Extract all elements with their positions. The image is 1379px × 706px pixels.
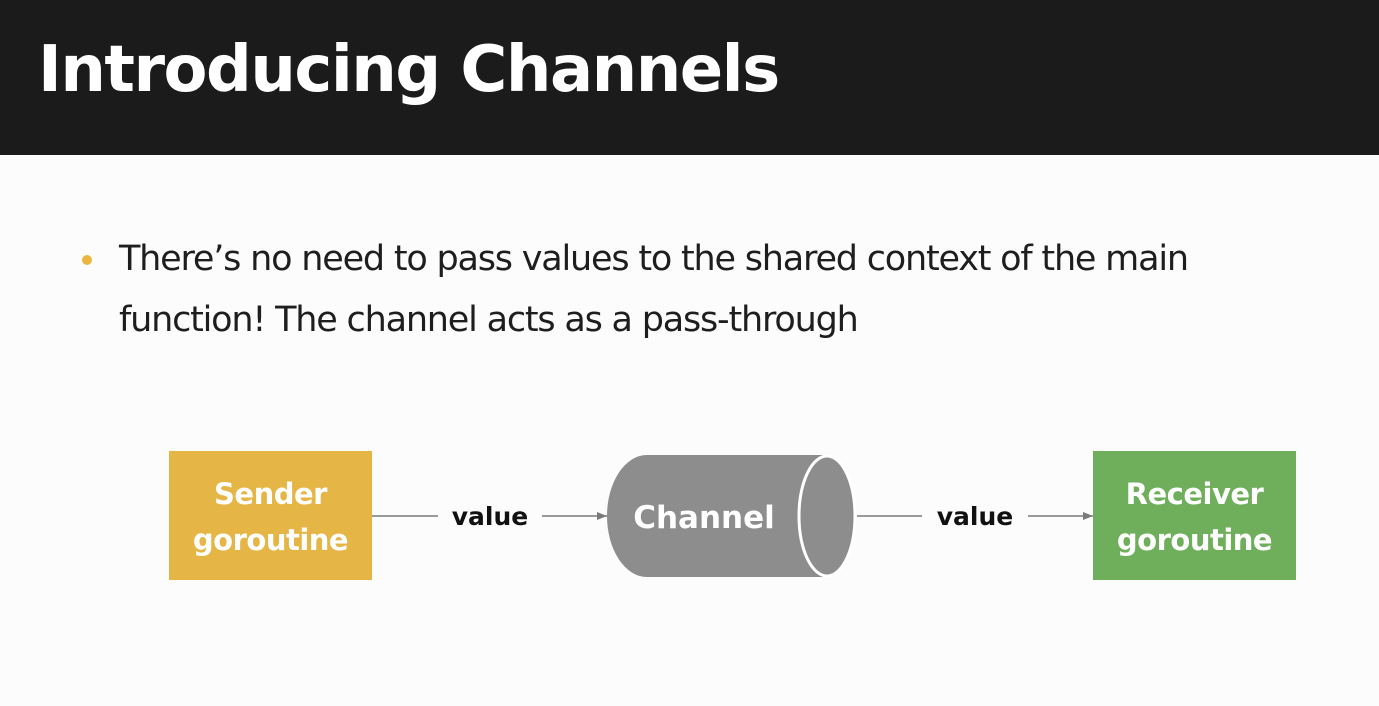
receiver-label-line2: goroutine — [1117, 523, 1272, 557]
bullet-text: There’s no need to pass values to the sh… — [119, 239, 1189, 340]
edge-label-value: value — [937, 502, 1014, 531]
sender-label-line2: goroutine — [193, 523, 348, 557]
receiver-box — [1093, 451, 1296, 580]
title-bar: Introducing Channels — [0, 0, 1379, 155]
bullet-item: There’s no need to pass values to the sh… — [78, 229, 1299, 351]
bullet-list: There’s no need to pass values to the sh… — [78, 229, 1299, 351]
receiver-label-line1: Receiver — [1126, 477, 1265, 511]
slide-title: Introducing Channels — [38, 33, 780, 107]
bullet-dot-icon — [82, 255, 92, 265]
edge-label-value: value — [452, 502, 529, 531]
channel-label: Channel — [633, 500, 775, 536]
receiver-node: Receiver goroutine — [1093, 451, 1296, 580]
channel-node: Channel — [607, 454, 857, 578]
sender-node: Sender goroutine — [169, 451, 372, 580]
sender-box — [169, 451, 372, 580]
channel-end-ellipse — [797, 454, 857, 578]
sender-label-line1: Sender — [214, 477, 328, 511]
slide-content: There’s no need to pass values to the sh… — [0, 155, 1379, 706]
